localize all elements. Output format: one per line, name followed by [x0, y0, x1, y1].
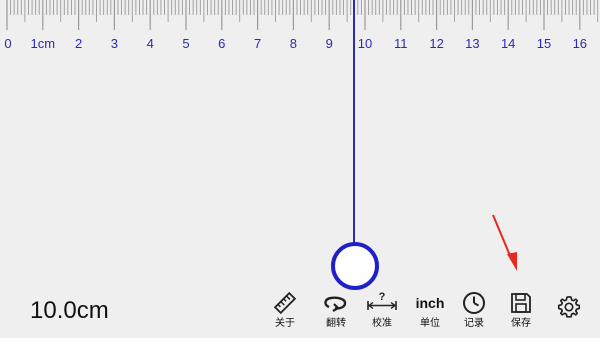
- ruler-label: 12: [429, 36, 444, 51]
- ruler: 0 1cm 2 3 4 5 6 7 8 9 10 11 12 13 14 15 16: [0, 0, 600, 60]
- history-button[interactable]: 记录: [451, 290, 497, 334]
- ruler-label: 5: [182, 36, 190, 51]
- ruler-label: 16: [572, 36, 588, 51]
- flip-icon: [324, 296, 347, 312]
- save-label: 保存: [511, 318, 531, 329]
- save-icon: [511, 293, 531, 313]
- measure-line[interactable]: [353, 0, 355, 248]
- ruler-label: 4: [146, 36, 154, 51]
- measurement-readout: 10.0cm: [30, 297, 109, 324]
- annotation-arrow-icon: [492, 214, 517, 271]
- about-label: 关于: [275, 318, 295, 329]
- clock-icon: [463, 292, 485, 314]
- ruler-label: 7: [253, 36, 262, 51]
- calibrate-button[interactable]: ? 校准: [359, 290, 405, 334]
- gear-icon: [557, 295, 581, 318]
- ruler-label: 8: [289, 36, 298, 51]
- unit-value: inch: [415, 295, 445, 311]
- unit-label: 单位: [420, 318, 440, 329]
- unit-button[interactable]: inch 单位: [407, 290, 453, 334]
- ruler-label: 13: [465, 36, 480, 51]
- ruler-label: 14: [500, 36, 516, 51]
- ruler-label: 1cm: [30, 36, 56, 51]
- ruler-label: 3: [110, 36, 119, 51]
- ruler-icon: [273, 291, 297, 315]
- about-button[interactable]: 关于: [262, 290, 308, 334]
- flip-button[interactable]: 翻转: [313, 290, 359, 334]
- ruler-label: 11: [394, 36, 408, 51]
- calibrate-label: 校准: [372, 318, 392, 329]
- ruler-label: 0: [4, 36, 12, 51]
- history-label: 记录: [464, 318, 484, 329]
- ruler-label: 10: [357, 36, 373, 51]
- settings-button[interactable]: [546, 294, 592, 338]
- calibrate-mark: ?: [379, 291, 386, 303]
- ruler-label: 9: [325, 36, 333, 51]
- save-button[interactable]: 保存: [498, 290, 544, 334]
- measure-handle[interactable]: [331, 242, 379, 290]
- flip-label: 翻转: [326, 318, 346, 329]
- ruler-label: 15: [536, 36, 552, 51]
- ruler-label: 2: [74, 36, 83, 51]
- calibrate-icon: ?: [367, 291, 397, 310]
- ruler-label: 6: [218, 36, 226, 51]
